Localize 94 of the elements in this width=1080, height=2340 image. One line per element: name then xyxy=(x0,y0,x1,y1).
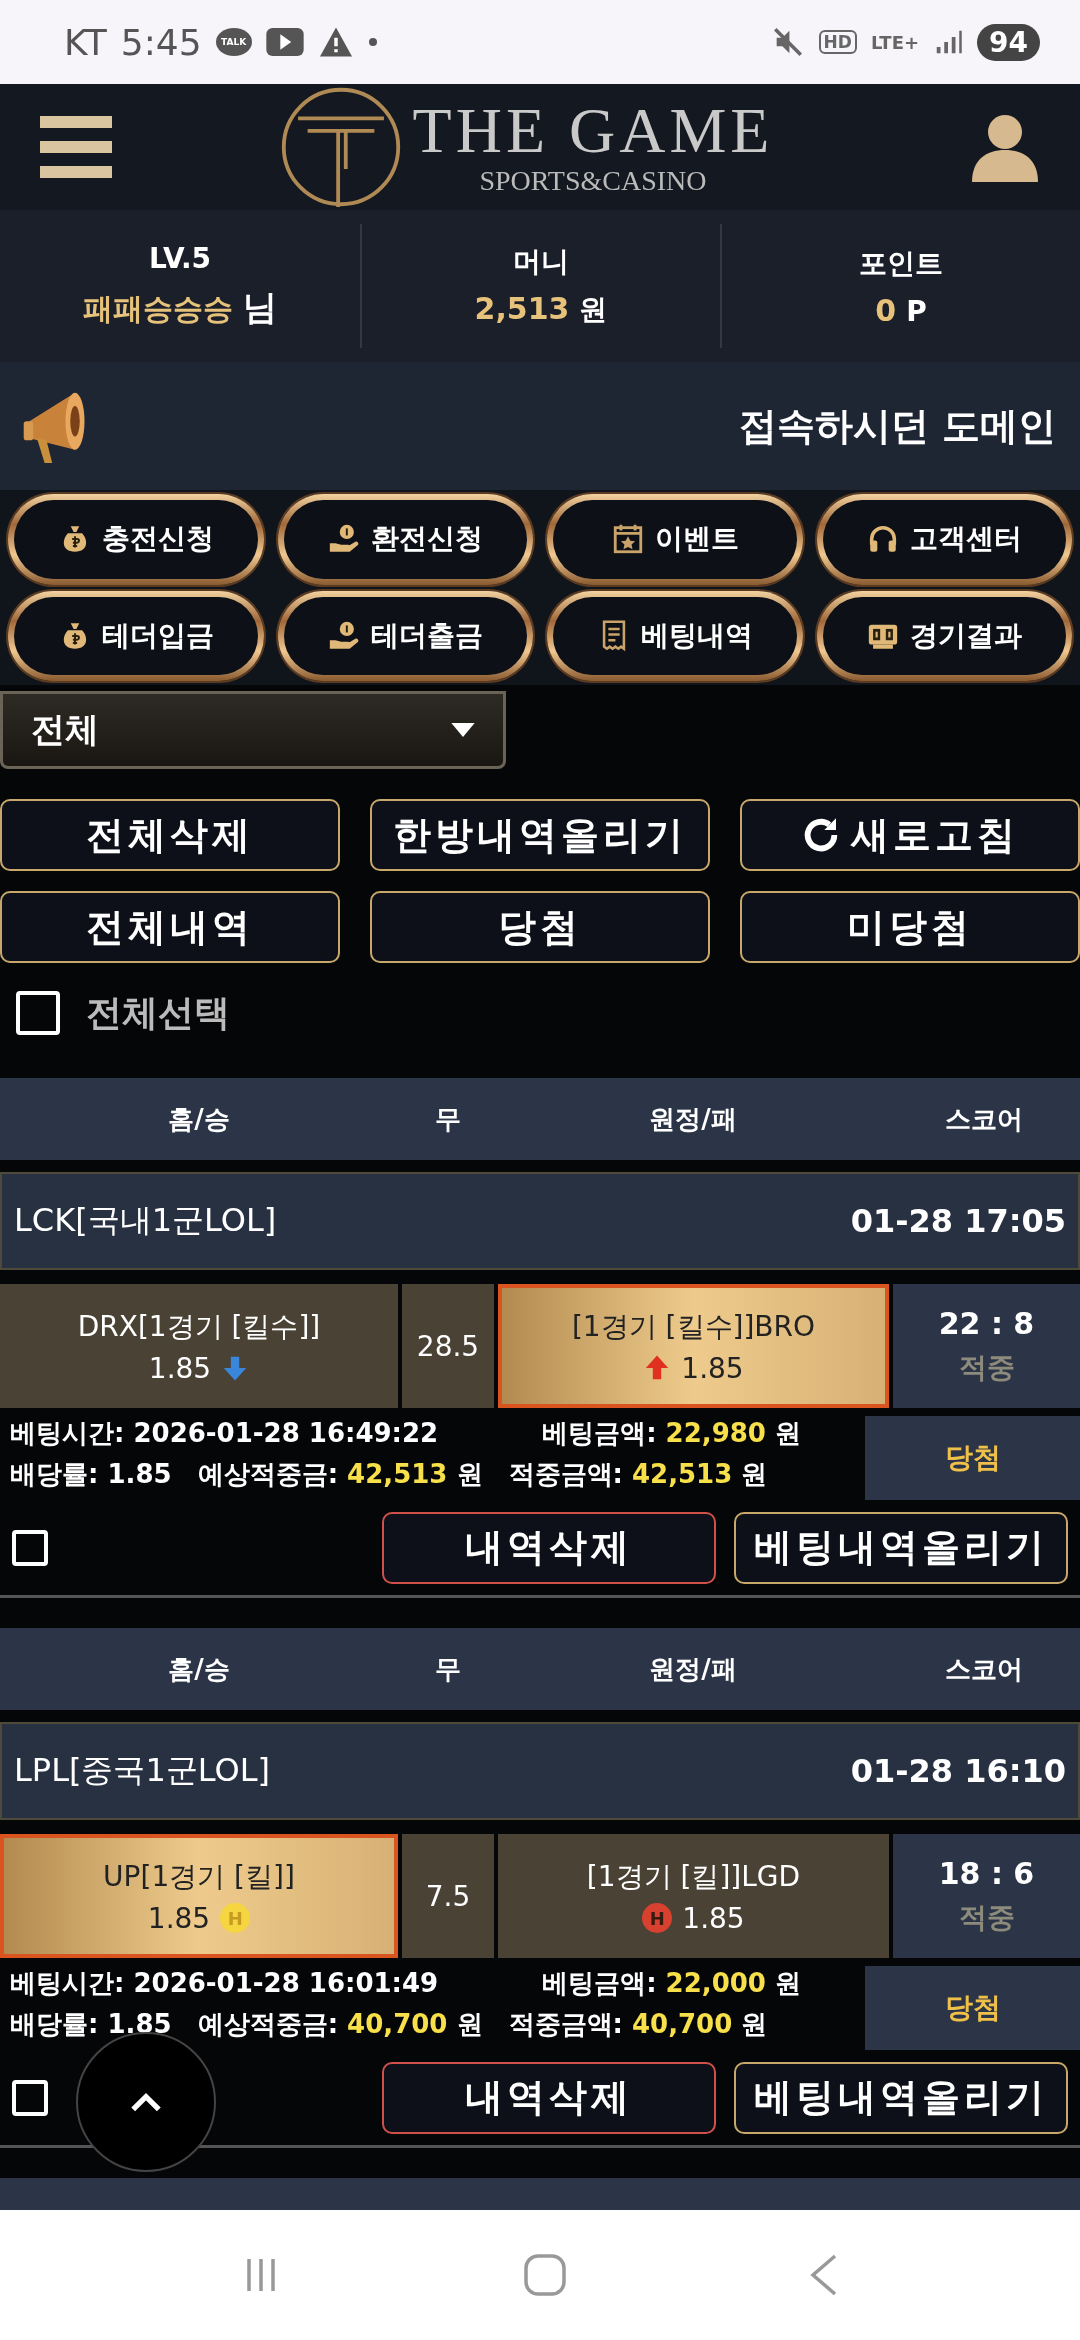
odds-button[interactable]: UP[1경기 [킬]] 1.85 H xyxy=(0,1834,398,1958)
filter-dropdown[interactable]: 전체 xyxy=(0,691,506,769)
select-all-label: 전체선택 xyxy=(86,990,230,1035)
home-icon[interactable] xyxy=(523,2253,567,2297)
score-value: 22 : 8 xyxy=(938,1305,1035,1341)
team-name: UP[1경기 [킬]] xyxy=(103,1858,295,1895)
checkbox[interactable] xyxy=(12,1529,48,1566)
status-label: 당첨 xyxy=(944,1440,1001,1476)
menu-button[interactable]: 환전신청 xyxy=(277,494,533,585)
result-label: 적중 xyxy=(958,1349,1015,1386)
match-time: 01-28 16:10 xyxy=(850,1752,1066,1790)
menu-button[interactable]: 테더출금 xyxy=(277,590,533,681)
handicap-badge: H xyxy=(642,1903,673,1933)
menu-button[interactable]: 충전신청 xyxy=(8,494,264,585)
column-header: 원정/패 xyxy=(648,1102,738,1136)
bet-detail: 예상적중금: 40,700 원 xyxy=(197,2008,483,2041)
delete-button[interactable]: 내역삭제 xyxy=(382,1511,716,1584)
column-header: 무 xyxy=(434,1102,462,1136)
point-value: 0 xyxy=(875,292,897,328)
notice-text: 접속하시던 도메인 xyxy=(737,402,1056,450)
caret-up-icon xyxy=(130,2092,162,2112)
level-label: LV.5 xyxy=(148,241,212,275)
nickname: 패패승승승 xyxy=(83,289,233,328)
money-label: 머니 xyxy=(513,244,569,280)
upload-button[interactable]: 베팅내역올리기 xyxy=(734,1511,1068,1584)
filter-button[interactable]: 전체내역 xyxy=(0,891,340,963)
currency-unit: 원 xyxy=(579,292,608,328)
menu-button[interactable]: 베팅내역 xyxy=(547,590,803,681)
hd-voice-label: HD xyxy=(818,30,857,54)
odds-button[interactable]: DRX[1경기 [킬수]] 1.85 xyxy=(0,1284,398,1408)
logo-subtitle: SPORTS&CASINO xyxy=(479,167,707,195)
odds-button[interactable]: [1경기 [킬]]LGD H 1.85 xyxy=(498,1834,889,1958)
chat-notification-icon: TALK xyxy=(215,28,252,56)
filter-button[interactable]: 한방내역올리기 xyxy=(370,799,710,871)
caret-icon xyxy=(451,723,475,737)
video-notification-icon xyxy=(265,28,304,56)
user-icon[interactable] xyxy=(970,112,1040,182)
back-icon[interactable] xyxy=(809,2253,839,2297)
bet-detail: 베팅금액: 22,980 원 xyxy=(542,1417,801,1450)
menu-button[interactable]: 이벤트 xyxy=(547,494,803,585)
handicap-badge: H xyxy=(220,1903,251,1933)
logo-title: THE GAME xyxy=(412,99,774,163)
network-label: LTE+ xyxy=(870,31,920,53)
column-header: 원정/패 xyxy=(648,1652,738,1686)
upload-button[interactable]: 베팅내역올리기 xyxy=(734,2061,1068,2134)
odds-value: 1.85 xyxy=(147,1901,211,1935)
match-time: 01-28 17:05 xyxy=(850,1202,1066,1240)
odds-value: 1.85 xyxy=(148,1351,212,1385)
bet-detail: 적중금액: 40,700 원 xyxy=(508,2008,768,2041)
bet-detail: 베팅시간: 2026-01-28 16:01:49 xyxy=(10,1967,439,2000)
handicap-value: 7.5 xyxy=(425,1879,471,1913)
menu-icon[interactable] xyxy=(40,116,112,178)
odds-button[interactable]: [1경기 [킬수]]BRO 1.85 xyxy=(498,1284,889,1408)
honorific: 님 xyxy=(243,285,277,329)
odds-value: 1.85 xyxy=(682,1901,745,1935)
filter-button[interactable]: 새로고침 xyxy=(740,799,1080,871)
carrier-label: KT xyxy=(64,21,107,63)
clock: 5:45 xyxy=(120,21,202,63)
bet-detail: 예상적중금: 42,513 원 xyxy=(197,1458,483,1491)
filter-button[interactable]: 전체삭제 xyxy=(0,799,340,871)
team-name: DRX[1경기 [킬수]] xyxy=(77,1308,321,1345)
warning-icon xyxy=(317,26,354,58)
column-header: 무 xyxy=(434,1652,462,1686)
team-name: [1경기 [킬]]LGD xyxy=(586,1858,801,1895)
bet-detail: 베팅시간: 2026-01-28 16:49:22 xyxy=(10,1417,439,1450)
column-header: 홈/승 xyxy=(167,1652,231,1686)
score-value: 18 : 6 xyxy=(938,1855,1035,1891)
menu-button[interactable]: 테더입금 xyxy=(8,590,264,681)
battery-level: 94 xyxy=(977,23,1040,61)
column-header: 홈/승 xyxy=(167,1102,231,1136)
bet-detail: 베팅금액: 22,000 원 xyxy=(542,1967,801,2000)
delete-button[interactable]: 내역삭제 xyxy=(382,2061,716,2134)
league-name: LCK[국내1군LOL] xyxy=(14,1200,278,1241)
point-label: 포인트 xyxy=(859,245,943,282)
handicap-value: 28.5 xyxy=(416,1329,480,1363)
menu-button[interactable]: 고객센터 xyxy=(816,494,1072,585)
team-name: [1경기 [킬수]]BRO xyxy=(571,1308,816,1345)
status-label: 당첨 xyxy=(944,1990,1001,2026)
filter-button[interactable]: 당첨 xyxy=(370,891,710,963)
bet-detail: 배당률: 1.85 xyxy=(10,1458,172,1491)
dot-icon xyxy=(367,37,378,47)
column-header: 스코어 xyxy=(944,1652,1024,1686)
bet-detail: 적중금액: 42,513 원 xyxy=(508,1458,768,1491)
checkbox[interactable] xyxy=(16,991,60,1035)
result-label: 적중 xyxy=(958,1899,1015,1936)
menu-button[interactable]: 경기결과 xyxy=(816,590,1072,681)
odds-value: 1.85 xyxy=(681,1351,744,1385)
checkbox[interactable] xyxy=(12,2079,48,2116)
point-unit: P xyxy=(906,294,927,328)
league-name: LPL[중국1군LOL] xyxy=(14,1750,271,1791)
column-header: 스코어 xyxy=(944,1102,1024,1136)
bet-detail: 배당률: 1.85 xyxy=(10,2008,172,2041)
money-value: 2,513 xyxy=(474,291,570,326)
filter-button[interactable]: 미당첨 xyxy=(740,891,1080,963)
